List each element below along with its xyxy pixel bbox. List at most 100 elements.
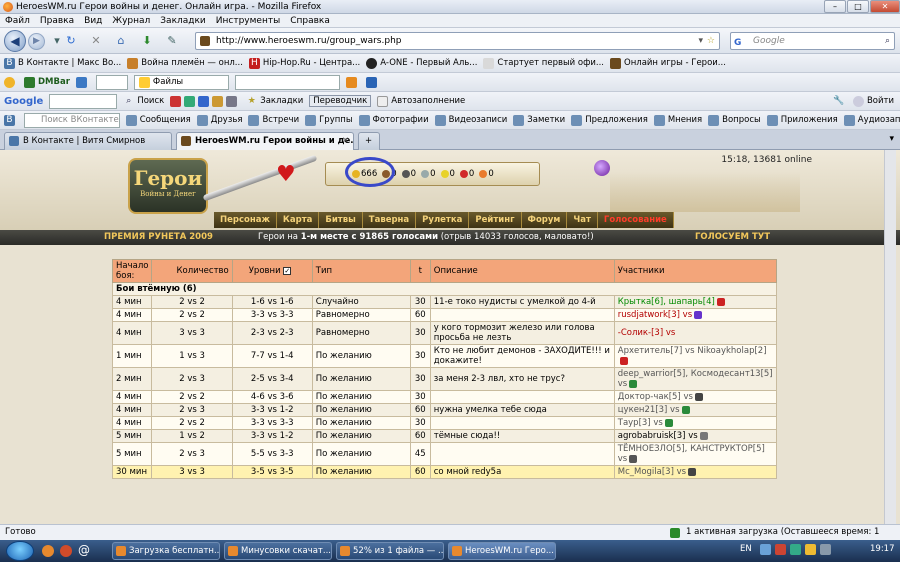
google-search-button[interactable]: ⌕ Поиск	[123, 96, 164, 107]
nav-map[interactable]: Карта	[276, 212, 320, 228]
dmbar-icon[interactable]	[4, 76, 18, 88]
vk-groups[interactable]: Группы	[305, 114, 353, 126]
bookmark-aone[interactable]: A-ONE - Первый Аль...	[366, 57, 477, 69]
web-search-input[interactable]: G Google ⌕	[730, 32, 895, 50]
quicklaunch-firefox-icon[interactable]	[42, 545, 54, 557]
participants-cell[interactable]: agrobabruisk[3] vs	[613, 429, 778, 443]
participants-cell[interactable]: deep_warrior[5], Космодесант13[5] vs	[613, 367, 778, 391]
vk-notes[interactable]: Заметки	[513, 114, 565, 126]
table-row[interactable]: 30 мин 3 vs 3 3-5 vs 3-5 По желанию 60 со мно…	[111, 465, 778, 479]
bookmark-star-icon[interactable]: ☆	[707, 33, 715, 49]
search-icon[interactable]: ⌕	[885, 33, 890, 49]
dmbar-button[interactable]: DMBar	[24, 76, 70, 88]
language-indicator[interactable]: EN	[740, 544, 752, 554]
game-logo[interactable]: Герои Войны и Денег	[128, 158, 208, 214]
addon-icon[interactable]: ✎	[165, 34, 179, 48]
bookmark-online-games[interactable]: Онлайн игры - Герои...	[610, 57, 726, 69]
bookmark-launch[interactable]: Стартует первый офи...	[483, 57, 604, 69]
dmbar-go-icon[interactable]	[345, 76, 360, 88]
vk-meetings[interactable]: Встречи	[248, 114, 299, 126]
menu-view[interactable]: Вид	[79, 14, 107, 28]
nav-rating[interactable]: Рейтинг	[469, 212, 522, 228]
start-button[interactable]	[6, 541, 34, 561]
task-heroeswm[interactable]: HeroesWM.ru Геро...	[448, 542, 556, 560]
wrench-icon[interactable]: 🔧	[833, 96, 847, 107]
tray-icon[interactable]	[790, 544, 801, 555]
translator-button[interactable]: Переводчик	[309, 95, 372, 107]
bookmark-vk[interactable]: ВВ Контакте | Макс Во...	[4, 57, 121, 69]
menu-tools[interactable]: Инструменты	[211, 14, 285, 28]
tab-vkontakte[interactable]: В Контакте | Витя Смирнов	[4, 132, 172, 150]
volume-icon[interactable]	[820, 544, 831, 555]
quicklaunch-opera-icon[interactable]	[60, 545, 72, 557]
vk-photos[interactable]: Фотографии	[358, 114, 429, 126]
vk-questions[interactable]: Вопросы	[708, 114, 761, 126]
vk-opinions[interactable]: Мнения	[653, 114, 702, 126]
quicklaunch-mail-icon[interactable]: @	[78, 543, 90, 557]
dmbar-tool-icon[interactable]	[75, 76, 90, 88]
table-row[interactable]: 2 мин 2 vs 3 2-5 vs 3-4 По желанию 30 за меня…	[111, 367, 778, 391]
download-icon[interactable]: ⬇	[140, 34, 154, 48]
table-row[interactable]: 4 мин 2 vs 2 3-3 vs 3-3 Равномерно 60 rusdja…	[111, 308, 778, 322]
vk-search-input[interactable]: Поиск ВКонтакте	[24, 112, 120, 128]
table-row[interactable]: 1 мин 1 vs 3 7-7 vs 1-4 По желанию 30 Кто не …	[111, 344, 778, 368]
table-row[interactable]: 4 мин 2 vs 3 3-3 vs 1-2 По желанию 60 нужна у…	[111, 403, 778, 417]
tray-icon[interactable]	[805, 544, 816, 555]
menu-file[interactable]: Файл	[0, 14, 35, 28]
table-row[interactable]: 4 мин 2 vs 2 1-6 vs 1-6 Случайно 30 11-е токо…	[111, 295, 778, 309]
back-button[interactable]: ◀	[4, 30, 26, 52]
table-row[interactable]: 4 мин 2 vs 2 3-3 vs 3-3 По желанию 30 Таур[3…	[111, 416, 778, 430]
files-dropdown[interactable]: Файлы	[133, 74, 229, 90]
menu-history[interactable]: Журнал	[107, 14, 155, 28]
task-download-2[interactable]: Минусовки скачат...	[224, 542, 332, 560]
table-row[interactable]: 4 мин 3 vs 3 2-3 vs 2-3 Равномерно 30 у кого …	[111, 321, 778, 345]
vk-videos[interactable]: Видеозаписи	[434, 114, 507, 126]
bookmark-hiphop[interactable]: H Hip-Hop.Ru - Центра...	[248, 57, 360, 69]
url-bar[interactable]: http://www.heroeswm.ru/group_wars.php ▾ …	[195, 32, 720, 50]
tab-heroeswm[interactable]: HeroesWM.ru Герои войны и де... ✕	[176, 132, 354, 151]
url-dropdown-icon[interactable]: ▾	[698, 33, 703, 49]
reload-icon[interactable]: ↻	[64, 34, 78, 48]
close-tab-icon[interactable]: ✕	[342, 133, 349, 149]
vk-audio[interactable]: Аудиозаписи	[843, 114, 900, 126]
award-title[interactable]: ПРЕМИЯ РУНЕТА 2009	[104, 230, 213, 245]
new-tab-button[interactable]: +	[358, 132, 380, 150]
task-download-progress[interactable]: 52% из 1 файла — ...	[336, 542, 444, 560]
participants-cell[interactable]: цукен21[3] vs	[613, 403, 778, 417]
menu-edit[interactable]: Правка	[35, 14, 79, 28]
dmbar-search-input[interactable]	[234, 74, 340, 90]
autofill-button[interactable]: Автозаполнение	[377, 95, 465, 107]
tray-icon[interactable]	[760, 544, 771, 555]
table-row[interactable]: 5 мин 2 vs 3 5-5 vs 3-3 По желанию 45 ТЁМНОЕ…	[111, 442, 778, 466]
table-row[interactable]: 4 мин 2 vs 2 4-6 vs 3-6 По желанию 30 Доктор…	[111, 390, 778, 404]
nav-battles[interactable]: Битвы	[319, 212, 363, 228]
nav-forum[interactable]: Форум	[521, 212, 568, 228]
potion-icon[interactable]	[594, 160, 610, 176]
nav-voting[interactable]: Голосование	[597, 212, 674, 228]
vk-messages[interactable]: Сообщения	[125, 114, 191, 126]
participants-cell[interactable]: Mc_Mogila[3] vs	[613, 465, 778, 479]
participants-cell[interactable]: Доктор-чак[5] vs	[613, 390, 778, 404]
dmbar-info-icon[interactable]	[365, 76, 380, 88]
participants-cell[interactable]: ТЁМНОЕЗЛО[5], КАНСТРУКТОР[5] vs	[613, 442, 778, 466]
google-tool-icons[interactable]	[170, 95, 240, 107]
maximize-button[interactable]: □	[847, 0, 869, 13]
vote-link[interactable]: ГОЛОСУЕМ ТУТ	[695, 230, 770, 245]
history-dropdown-icon[interactable]: ▾	[50, 34, 64, 48]
vk-apps[interactable]: Приложения	[766, 114, 838, 126]
nav-tavern[interactable]: Таверна	[362, 212, 417, 228]
nav-chat[interactable]: Чат	[567, 212, 598, 228]
google-login-button[interactable]: Войти	[852, 95, 894, 107]
tray-icon[interactable]	[775, 544, 786, 555]
levels-checkbox[interactable]: ✓	[283, 266, 292, 275]
participants-cell[interactable]: Крытка[6], шапарь[4]	[613, 295, 778, 309]
nav-character[interactable]: Персонаж	[214, 212, 277, 228]
participants-cell[interactable]: -Солик-[3] vs	[613, 321, 778, 345]
google-bookmarks-button[interactable]: ★ Закладки	[246, 96, 304, 107]
page-scrollbar[interactable]	[884, 150, 896, 524]
nav-roulette[interactable]: Рулетка	[416, 212, 470, 228]
dmbar-box[interactable]	[95, 74, 128, 90]
google-search-input[interactable]	[49, 93, 118, 109]
stop-icon[interactable]: ✕	[89, 34, 103, 48]
menu-bookmarks[interactable]: Закладки	[155, 14, 211, 28]
